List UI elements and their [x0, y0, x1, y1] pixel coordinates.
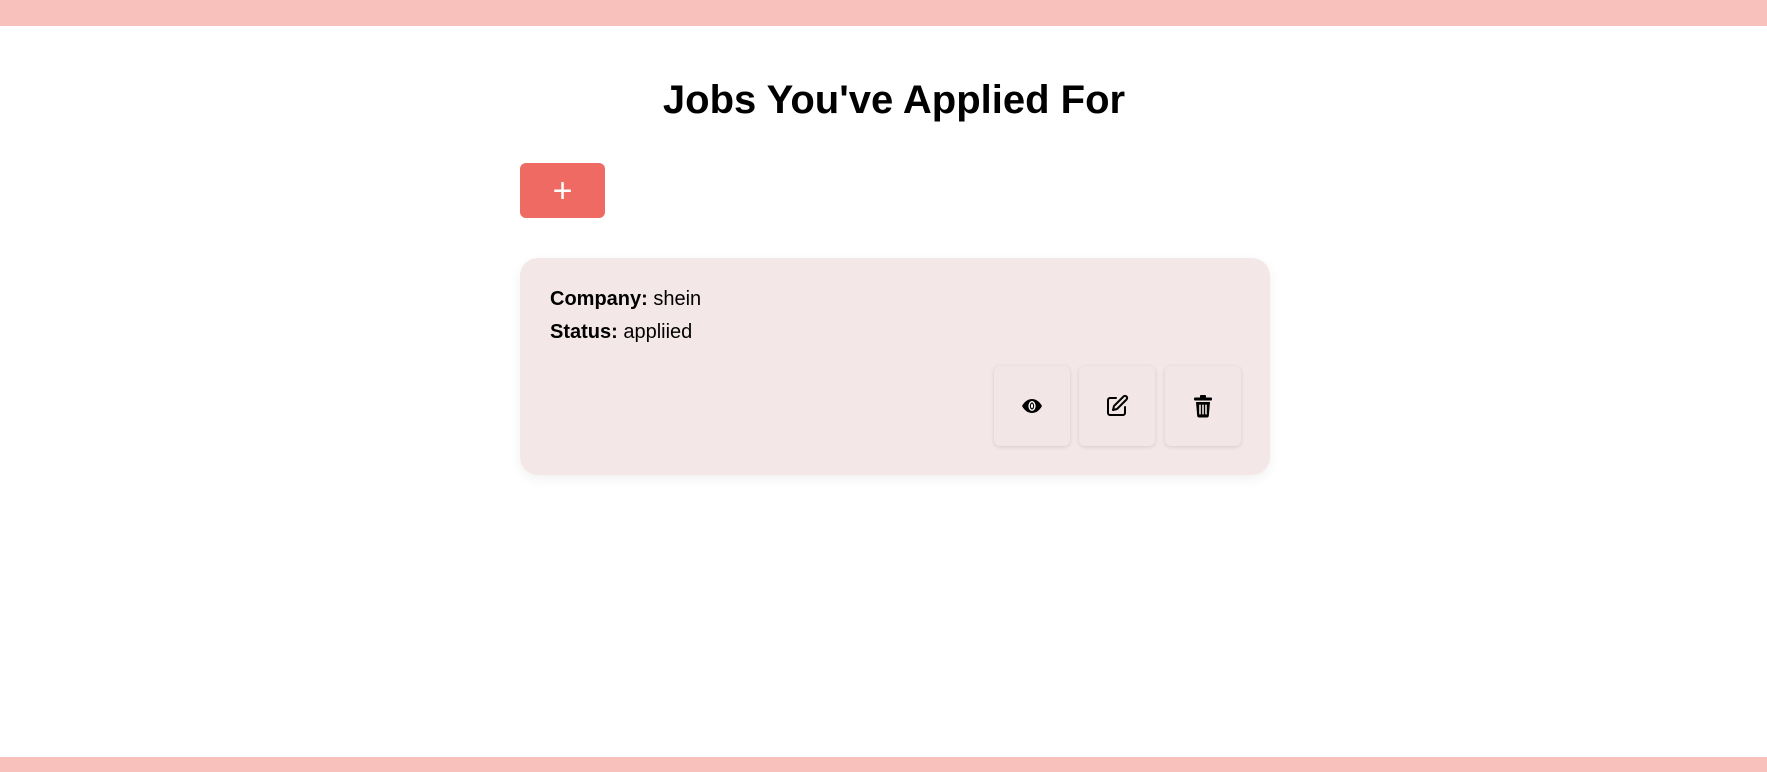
eye-icon — [1021, 398, 1043, 414]
bottom-accent-bar — [0, 757, 1767, 772]
status-value: appliied — [623, 321, 693, 343]
status-label: Status: — [550, 321, 618, 343]
company-label: Company: — [550, 288, 648, 310]
page-title: Jobs You've Applied For — [662, 78, 1126, 122]
trash-icon — [1193, 394, 1213, 418]
top-accent-bar — [0, 0, 1767, 26]
status-row: Status: appliied — [550, 320, 692, 344]
job-card: Company: shein Status: appliied — [520, 258, 1270, 475]
view-job-button[interactable] — [994, 366, 1070, 446]
plus-icon: + — [552, 171, 573, 210]
edit-job-button[interactable] — [1079, 366, 1155, 446]
company-value: shein — [653, 288, 702, 310]
company-row: Company: shein — [550, 287, 701, 311]
edit-icon — [1105, 394, 1129, 418]
delete-job-button[interactable] — [1165, 366, 1241, 446]
add-job-button[interactable]: + — [520, 163, 605, 218]
